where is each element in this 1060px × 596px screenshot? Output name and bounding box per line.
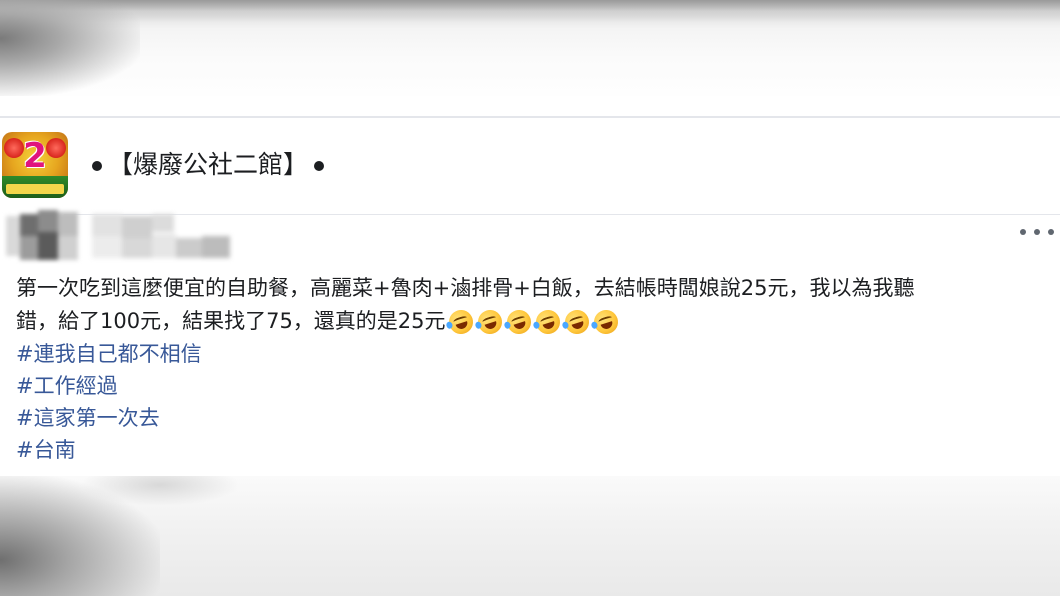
group-name-link[interactable]: 【爆廢公社二館】 (86, 148, 330, 182)
hashtag-link[interactable]: #連我自己都不相信 (16, 338, 1046, 370)
blurred-top-shade (0, 0, 1060, 22)
post-body: 第一次吃到這麼便宜的自助餐，高麗菜+魯肉+滷排骨+白飯，去結帳時闆娘說25元，我… (16, 272, 1046, 466)
blurred-bottom-mid-shade (80, 476, 240, 506)
screenshot-frame: 2 【爆廢公社二館】 第一次吃到這麼便宜的自助餐，高麗菜+魯肉+滷排骨+白飯，去… (0, 0, 1060, 596)
logo-number-mark: 2 (23, 136, 47, 176)
hashtag-link[interactable]: #工作經過 (16, 370, 1046, 402)
author-row (0, 208, 1060, 268)
more-dot (1034, 229, 1040, 235)
more-options-icon[interactable] (1020, 224, 1054, 240)
post-text-line-1: 第一次吃到這麼便宜的自助餐，高麗菜+魯肉+滷排骨+白飯，去結帳時闆娘說25元，我… (16, 276, 915, 300)
rolling-on-floor-laughing-emoji (532, 306, 563, 338)
rolling-on-floor-laughing-emoji (474, 306, 505, 338)
blurred-left-shade (0, 0, 140, 96)
group-name-text: 【爆廢公社二館】 (108, 150, 309, 179)
post-text-line-2: 錯，給了100元，結果找了75，還真的是25元 (16, 309, 446, 333)
rolling-on-floor-laughing-emoji (503, 306, 534, 338)
author-avatar-blurred[interactable] (6, 210, 84, 264)
bullet-dot-left (92, 161, 102, 171)
rolling-on-floor-laughing-emoji (561, 306, 592, 338)
author-name-blurred[interactable] (92, 214, 252, 260)
rolling-on-floor-laughing-emoji (590, 306, 621, 338)
emoji-row (445, 306, 621, 338)
facebook-post: 2 【爆廢公社二館】 第一次吃到這麼便宜的自助餐，高麗菜+魯肉+滷排骨+白飯，去… (0, 116, 1060, 478)
more-dot (1048, 229, 1054, 235)
blurred-top-area (0, 0, 1060, 96)
group-logo-icon[interactable]: 2 (2, 132, 68, 198)
hashtag-link[interactable]: #這家第一次去 (16, 402, 1046, 434)
bullet-dot-right (314, 161, 325, 171)
rolling-on-floor-laughing-emoji (445, 306, 476, 338)
post-text-line-2-wrap: 錯，給了100元，結果找了75，還真的是25元 (16, 305, 1046, 338)
more-dot (1020, 229, 1026, 235)
group-header: 2 【爆廢公社二館】 (0, 118, 1060, 214)
hashtag-link[interactable]: #台南 (16, 434, 1046, 466)
blurred-bottom-area (0, 476, 1060, 596)
logo-band (6, 184, 64, 194)
